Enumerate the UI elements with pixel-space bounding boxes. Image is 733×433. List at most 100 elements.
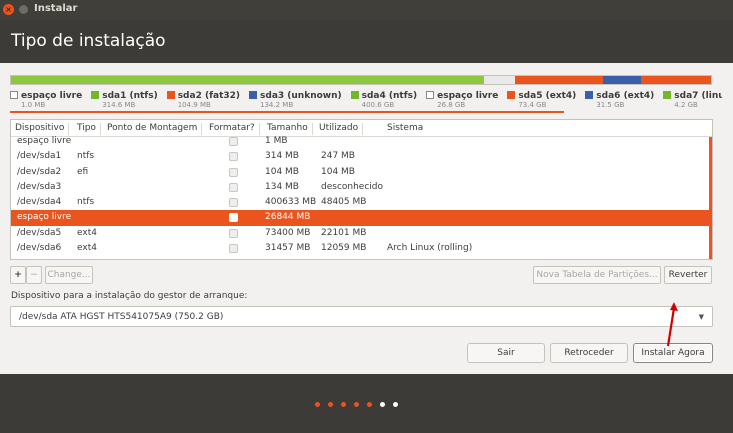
cell-size: 73400 MB (265, 227, 311, 238)
cell-used: 48405 MB (321, 197, 367, 208)
legend-name: espaço livre (21, 91, 83, 101)
legend-size: 73.4 GB (518, 101, 547, 109)
cell-used: 247 MB (321, 151, 355, 162)
revert-button[interactable]: Reverter (664, 266, 712, 284)
legend-swatch (10, 91, 18, 99)
cell-device: /dev/sda4 (17, 197, 62, 208)
close-icon[interactable]: × (3, 4, 14, 15)
bootloader-device-select[interactable]: /dev/sda ATA HGST HTS541075A9 (750.2 GB)… (10, 306, 713, 327)
progress-dot (393, 402, 398, 407)
legend-swatch (166, 91, 175, 99)
table-row[interactable]: /dev/sda6 ext4 31457 MB 12059 MB Arch Linux … (11, 241, 712, 256)
legend-swatch (249, 91, 258, 99)
legend-item: sda7 (linux4.2 GB (663, 91, 722, 109)
progress-dot (354, 402, 359, 407)
partition-bar (10, 75, 712, 85)
progress-dot (328, 402, 333, 407)
table-row[interactable]: /dev/sda4 ntfs 400633 MB 48405 MB (11, 195, 712, 210)
legend-item: sda6 (ext4) 31.5 GB (585, 91, 654, 109)
legend-size: 4.2 GB (674, 101, 698, 109)
table-scrollbar[interactable] (709, 137, 712, 259)
partition-bar-segment (641, 76, 711, 84)
legend-item: sda4 (ntfs) 400.6 GB (350, 91, 417, 109)
cell-used: 22101 MB (321, 227, 367, 238)
main-content: espaço livre 1.0 MB sda1 (ntfs) 314.6 MB sda… (0, 63, 733, 374)
legend-swatch (350, 91, 359, 99)
cell-size: 26844 MB (265, 212, 311, 223)
partition-table[interactable]: Dispositivo Tipo Ponto de Montagem Forma… (10, 119, 713, 260)
legend-swatch (663, 91, 672, 99)
add-partition-button[interactable]: + (10, 266, 26, 284)
legend-name: sda1 (ntfs) (102, 91, 158, 101)
table-row[interactable]: /dev/sda3 134 MB desconhecido (11, 180, 712, 195)
legend-swatch (507, 91, 516, 99)
legend-item: sda3 (unknown) 134.2 MB (249, 91, 342, 109)
remove-partition-button[interactable]: − (26, 266, 42, 284)
legend-name: sda6 (ext4) (596, 91, 655, 101)
new-partition-table-button[interactable]: Nova Tabela de Partições... (533, 266, 661, 284)
partition-bar-segment (11, 76, 484, 84)
page-header: Tipo de instalação (0, 20, 733, 63)
cell-used: 104 MB (321, 166, 355, 177)
partition-bar-segment (515, 76, 603, 84)
legend-scroll-indicator (10, 111, 564, 113)
cell-device: espaço livre (17, 212, 72, 223)
partition-legend: espaço livre 1.0 MB sda1 (ntfs) 314.6 MB sda… (10, 91, 722, 113)
legend-size: 1.0 MB (21, 101, 46, 109)
format-checkbox[interactable] (229, 137, 238, 146)
table-row[interactable]: /dev/sda1 ntfs 314 MB 247 MB (11, 149, 712, 164)
progress-dots (315, 402, 398, 408)
cell-type: ext4 (77, 227, 97, 238)
change-partition-button[interactable]: Change... (45, 266, 93, 284)
progress-dot (380, 402, 385, 407)
cell-device: /dev/sda2 (17, 166, 62, 177)
legend-item: espaço livre 1.0 MB (10, 91, 82, 109)
legend-size: 104.9 MB (177, 101, 211, 109)
legend-name: sda7 (linux (674, 91, 722, 101)
legend-size: 26.8 GB (437, 101, 466, 109)
legend-size: 314.6 MB (102, 101, 136, 109)
cell-size: 134 MB (265, 181, 299, 192)
quit-button[interactable]: Sair (467, 343, 545, 363)
page-title: Tipo de instalação (11, 31, 166, 51)
cell-device: /dev/sda6 (17, 243, 62, 254)
back-button[interactable]: Retroceder (550, 343, 628, 363)
legend-name: sda5 (ext4) (518, 91, 577, 101)
installer-footer (0, 374, 733, 433)
legend-item: espaço livre 26.8 GB (426, 91, 498, 109)
table-row[interactable]: /dev/sda5 ext4 73400 MB 22101 MB (11, 226, 712, 241)
partition-bar-segment (483, 76, 515, 84)
table-row[interactable]: espaço livre 26844 MB (11, 210, 712, 226)
cell-device: /dev/sda5 (17, 227, 62, 238)
legend-name: sda2 (fat32) (177, 91, 241, 101)
cell-device: /dev/sda3 (17, 181, 62, 192)
cell-type: efi (77, 166, 89, 177)
partition-toolbar: + − Change... Nova Tabela de Partições..… (10, 266, 713, 284)
bootloader-selected-value: /dev/sda ATA HGST HTS541075A9 (750.2 GB) (19, 312, 224, 322)
format-checkbox[interactable] (229, 244, 238, 254)
format-checkbox[interactable] (229, 167, 238, 177)
legend-item: sda1 (ntfs) 314.6 MB (91, 91, 158, 109)
table-row[interactable]: /dev/sda2 efi 104 MB 104 MB (11, 165, 712, 180)
red-arrow-annotation-icon (666, 302, 678, 347)
action-buttons: Sair Retroceder Instalar Agora (0, 343, 733, 363)
table-body: espaço livre 1 MB/dev/sda1 ntfs 314 MB 247 M… (11, 134, 712, 256)
cell-type: ext4 (77, 243, 97, 254)
cell-used: 12059 MB (321, 243, 367, 254)
cell-size: 314 MB (265, 151, 299, 162)
partition-bar-segment (602, 76, 641, 84)
window-title: Instalar (34, 3, 78, 14)
legend-size: 400.6 GB (361, 101, 395, 109)
format-checkbox[interactable] (229, 198, 238, 208)
table-row[interactable]: espaço livre 1 MB (11, 134, 712, 149)
legend-item: sda5 (ext4) 73.4 GB (507, 91, 576, 109)
minimize-icon[interactable] (19, 5, 28, 14)
format-checkbox[interactable] (229, 213, 238, 223)
cell-used: desconhecido (321, 181, 384, 192)
format-checkbox[interactable] (229, 182, 238, 192)
format-checkbox[interactable] (229, 152, 238, 162)
legend-item: sda2 (fat32) 104.9 MB (166, 91, 241, 109)
legend-size: 31.5 GB (596, 101, 625, 109)
legend-swatch (426, 91, 435, 99)
format-checkbox[interactable] (229, 228, 238, 238)
